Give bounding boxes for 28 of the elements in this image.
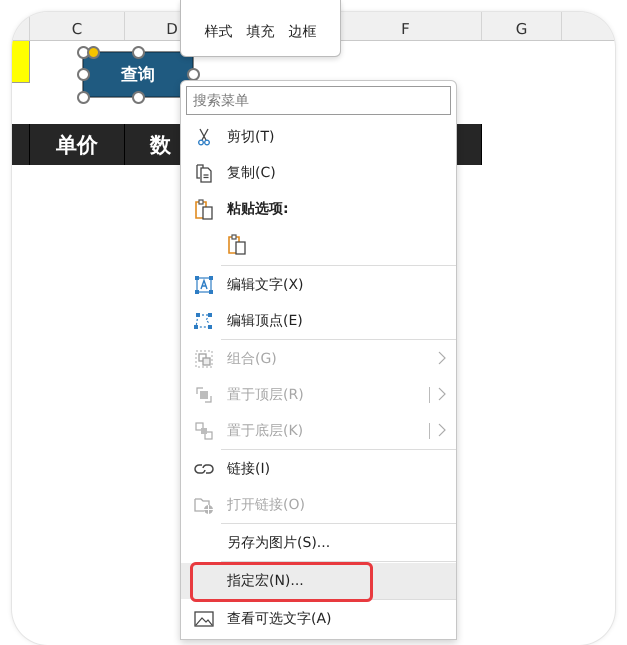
image-icon [193, 609, 215, 629]
toolbar-button[interactable]: 样式 [204, 23, 232, 41]
menu-item[interactable]: 指定宏(N)... [181, 563, 456, 599]
group-icon [194, 349, 214, 369]
send-to-back-icon [194, 421, 214, 441]
bring-to-front-icon [194, 385, 214, 405]
table-header-cell-text: 数 [150, 132, 171, 158]
menu-item[interactable]: 复制(C) [181, 155, 456, 191]
menu-item[interactable]: 编辑文字(X) [181, 267, 456, 303]
column-header[interactable]: F [401, 20, 410, 38]
text-box-icon [194, 275, 214, 295]
menu-item[interactable]: 编辑顶点(E) [181, 303, 456, 339]
column-header[interactable]: C [72, 20, 82, 38]
menu-item[interactable]: 链接(I) [181, 451, 456, 487]
menu-item[interactable]: 另存为图片(S)... [181, 525, 456, 561]
menu-item[interactable]: 查看可选文字(A) [181, 601, 456, 637]
clipboard-icon [194, 198, 214, 220]
copy-icon [194, 163, 214, 183]
table-header-cell-text: 单价 [56, 132, 98, 158]
menu-item[interactable]: 剪切(T) [181, 119, 456, 155]
search-field[interactable]: 搜索菜单 [186, 86, 451, 115]
column-header[interactable]: G [516, 20, 528, 38]
highlighted-cell [12, 41, 30, 83]
toolbar-button[interactable]: 填充 [246, 23, 274, 41]
column-header[interactable]: D [166, 20, 178, 38]
toolbar-button[interactable]: 边框 [288, 23, 316, 41]
edit-points-icon [194, 311, 214, 331]
menu-heading: 粘贴选项: [227, 200, 289, 218]
